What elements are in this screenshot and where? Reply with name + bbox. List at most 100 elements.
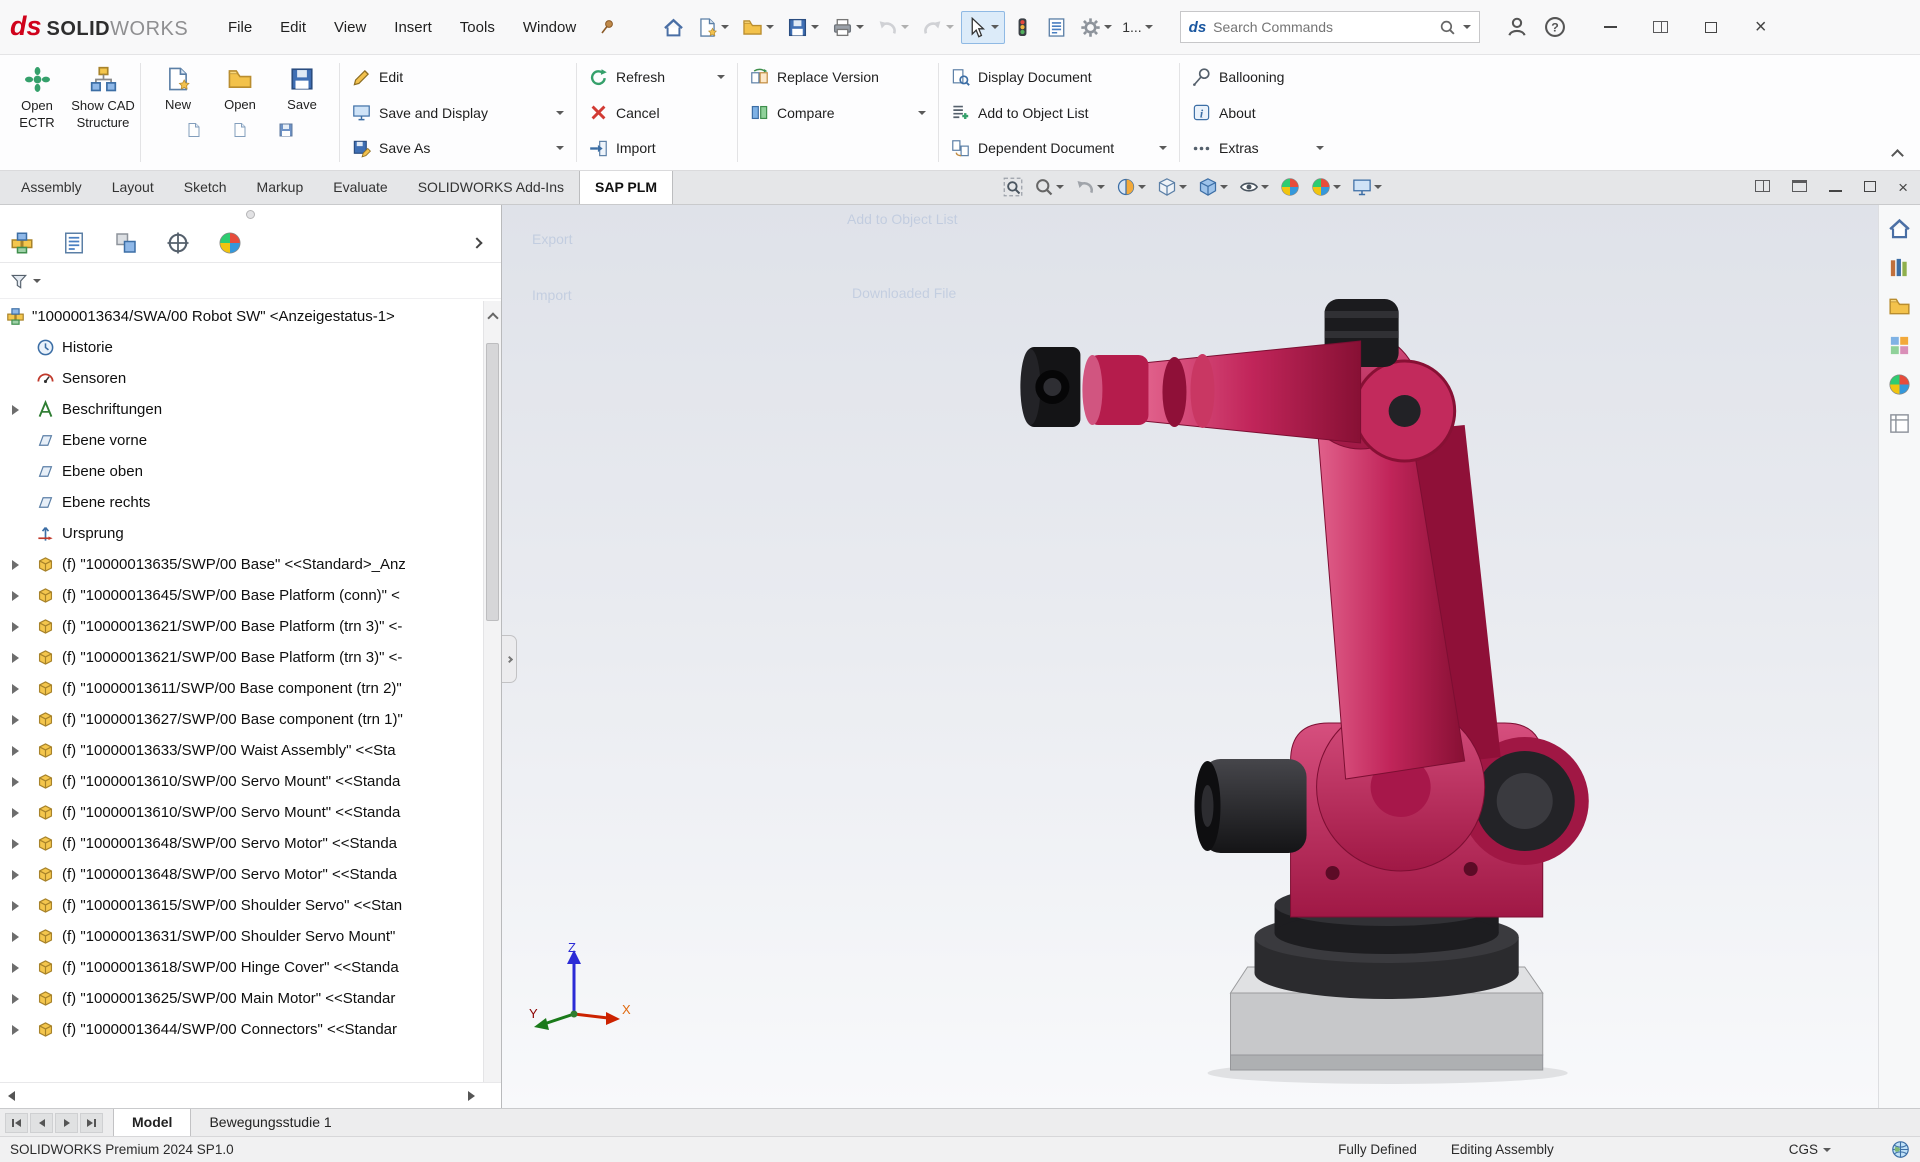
tree-item-sensoren[interactable]: Sensoren bbox=[0, 363, 481, 394]
chevron-down-icon[interactable] bbox=[1097, 185, 1105, 193]
new-document-button[interactable] bbox=[691, 11, 735, 44]
tree-filter-row[interactable] bbox=[0, 263, 501, 299]
expand-arrow-icon[interactable] bbox=[10, 839, 36, 849]
open-ectr-button[interactable]: Open ECTR bbox=[4, 59, 70, 166]
expand-arrow-icon[interactable] bbox=[10, 901, 36, 911]
extras-button[interactable]: Extras bbox=[1184, 131, 1332, 165]
configurationmanager-tab-icon[interactable] bbox=[114, 231, 138, 255]
tree-item-component[interactable]: (f) "10000013644/SWP/00 Connectors" <<St… bbox=[0, 1014, 481, 1045]
panel-splitter[interactable] bbox=[0, 205, 501, 223]
menu-window[interactable]: Window bbox=[510, 12, 589, 43]
tree-horizontal-scrollbar[interactable] bbox=[0, 1082, 501, 1108]
show-cad-structure-button[interactable]: Show CAD Structure bbox=[70, 59, 136, 166]
tree-item-component[interactable]: (f) "10000013615/SWP/00 Shoulder Servo" … bbox=[0, 890, 481, 921]
tree-item-component[interactable]: (f) "10000013611/SWP/00 Base component (… bbox=[0, 673, 481, 704]
propertymanager-tab-icon[interactable] bbox=[62, 231, 86, 255]
select-tool-button[interactable] bbox=[961, 11, 1005, 44]
expand-arrow-icon[interactable] bbox=[10, 808, 36, 818]
menu-tools[interactable]: Tools bbox=[447, 12, 508, 43]
edit-appearance-button[interactable] bbox=[1277, 174, 1303, 200]
zoom-area-button[interactable] bbox=[1031, 174, 1067, 200]
tree-item-plane[interactable]: Ebene rechts bbox=[0, 487, 481, 518]
chevron-down-icon[interactable] bbox=[1159, 146, 1167, 154]
view-settings-button[interactable] bbox=[1349, 174, 1385, 200]
design-library-icon[interactable] bbox=[1888, 256, 1911, 279]
dimxpert-tab-icon[interactable] bbox=[166, 231, 190, 255]
tree-item-component[interactable]: (f) "10000013633/SWP/00 Waist Assembly" … bbox=[0, 735, 481, 766]
expand-arrow-icon[interactable] bbox=[10, 932, 36, 942]
expand-arrow-icon[interactable] bbox=[10, 746, 36, 756]
pin-menu-icon[interactable] bbox=[591, 14, 623, 40]
document-icon[interactable] bbox=[186, 122, 202, 138]
save-button[interactable] bbox=[781, 11, 825, 44]
custom-properties-icon[interactable] bbox=[1888, 412, 1911, 435]
cancel-button[interactable]: Cancel bbox=[581, 96, 733, 130]
chevron-down-icon[interactable] bbox=[1179, 185, 1187, 193]
expand-arrow-icon[interactable] bbox=[10, 777, 36, 787]
previous-view-button[interactable] bbox=[1072, 174, 1108, 200]
next-tab-button[interactable] bbox=[55, 1113, 78, 1133]
minimize-button[interactable] bbox=[1586, 0, 1636, 55]
tab-evaluate[interactable]: Evaluate bbox=[318, 171, 402, 204]
open-button[interactable] bbox=[736, 11, 780, 44]
tab-motion-study[interactable]: Bewegungsstudie 1 bbox=[191, 1109, 349, 1136]
doc-close-button[interactable]: × bbox=[1898, 179, 1908, 198]
panel-resize-handle[interactable] bbox=[502, 635, 517, 683]
tree-item-component[interactable]: (f) "10000013648/SWP/00 Servo Motor" <<S… bbox=[0, 828, 481, 859]
tab-model[interactable]: Model bbox=[113, 1109, 191, 1136]
add-to-object-list-button[interactable]: Add to Object List bbox=[943, 96, 1175, 130]
chevron-down-icon[interactable] bbox=[918, 111, 926, 119]
tree-item-component[interactable]: (f) "10000013648/SWP/00 Servo Motor" <<S… bbox=[0, 859, 481, 890]
tree-item-component[interactable]: (f) "10000013618/SWP/00 Hinge Cover" <<S… bbox=[0, 952, 481, 983]
graphics-viewport[interactable]: Export Import Add to Object List Downloa… bbox=[502, 205, 1920, 1108]
ballooning-button[interactable]: Ballooning bbox=[1184, 60, 1332, 94]
save-icon[interactable] bbox=[278, 122, 294, 138]
appearances-icon[interactable] bbox=[1888, 373, 1911, 396]
chevron-down-icon[interactable] bbox=[556, 111, 564, 119]
tree-item-component[interactable]: (f) "10000013635/SWP/00 Base" <<Standard… bbox=[0, 549, 481, 580]
resources-home-icon[interactable] bbox=[1888, 217, 1911, 240]
view-orientation-button[interactable] bbox=[1154, 174, 1190, 200]
close-button[interactable]: × bbox=[1736, 0, 1786, 55]
view-palette-icon[interactable] bbox=[1888, 334, 1911, 357]
tree-item-historie[interactable]: Historie bbox=[0, 332, 481, 363]
replace-version-button[interactable]: Replace Version bbox=[742, 60, 934, 94]
home-button[interactable] bbox=[657, 11, 690, 44]
expand-arrow-icon[interactable] bbox=[10, 622, 36, 632]
tree-item-component[interactable]: (f) "10000013621/SWP/00 Base Platform (t… bbox=[0, 642, 481, 673]
chevron-down-icon[interactable] bbox=[717, 75, 725, 83]
scroll-left-icon[interactable] bbox=[8, 1091, 15, 1101]
tree-item-component[interactable]: (f) "10000013631/SWP/00 Shoulder Servo M… bbox=[0, 921, 481, 952]
tree-item-component[interactable]: (f) "10000013645/SWP/00 Base Platform (c… bbox=[0, 580, 481, 611]
prev-tab-button[interactable] bbox=[30, 1113, 53, 1133]
single-pane-button[interactable] bbox=[1792, 179, 1807, 197]
refresh-button[interactable]: Refresh bbox=[581, 60, 733, 94]
maximize-button[interactable] bbox=[1686, 0, 1736, 55]
expand-arrow-icon[interactable] bbox=[10, 963, 36, 973]
chevron-down-icon[interactable] bbox=[1220, 185, 1228, 193]
expand-arrow-icon[interactable] bbox=[10, 653, 36, 663]
open-button[interactable]: Open bbox=[209, 59, 271, 112]
tab-solidworks-add-ins[interactable]: SOLIDWORKS Add-Ins bbox=[403, 171, 579, 204]
expand-arrow-icon[interactable] bbox=[10, 591, 36, 601]
tree-item-beschriftungen[interactable]: Beschriftungen bbox=[0, 394, 481, 425]
expand-arrow-icon[interactable] bbox=[10, 715, 36, 725]
chevron-down-icon[interactable] bbox=[1138, 185, 1146, 193]
hide-show-items-button[interactable] bbox=[1236, 174, 1272, 200]
tree-item-plane[interactable]: Ebene vorne bbox=[0, 425, 481, 456]
options-button[interactable] bbox=[1074, 11, 1118, 44]
about-button[interactable]: About bbox=[1184, 96, 1332, 130]
robot-arm-model[interactable] bbox=[502, 205, 1920, 1108]
zoom-fit-button[interactable] bbox=[1000, 174, 1026, 200]
chevron-down-icon[interactable] bbox=[33, 279, 41, 287]
tree-item-component[interactable]: (f) "10000013625/SWP/00 Main Motor" <<St… bbox=[0, 983, 481, 1014]
tab-sketch[interactable]: Sketch bbox=[169, 171, 242, 204]
search-commands-box[interactable]: ds bbox=[1180, 11, 1480, 43]
collapse-ribbon-icon[interactable] bbox=[1891, 149, 1904, 162]
status-units-selector[interactable]: CGS bbox=[1789, 1142, 1831, 1157]
interference-check-button[interactable] bbox=[1006, 11, 1039, 44]
restore-button[interactable] bbox=[1636, 0, 1686, 55]
dependent-document-button[interactable]: Dependent Document bbox=[943, 131, 1175, 165]
collapse-tree-icon[interactable] bbox=[489, 309, 497, 327]
search-input[interactable] bbox=[1213, 19, 1431, 35]
